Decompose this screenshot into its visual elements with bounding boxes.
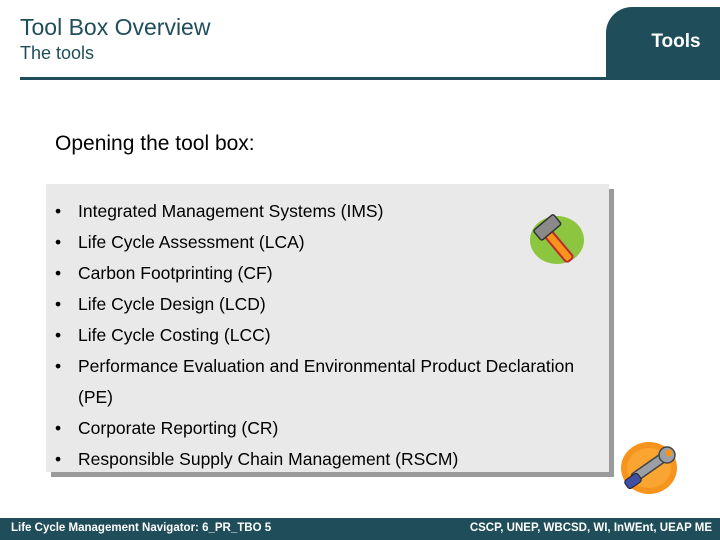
wrench-icon [621,442,677,494]
list-item[interactable]: • Life Cycle Assessment (LCA) [55,227,585,258]
bullet: • [55,356,62,376]
list-item-label: Life Cycle Assessment (LCA) [78,232,305,252]
bullet: • [55,449,62,469]
page-subtitle: The tools [20,43,95,63]
list-item-label: Carbon Footprinting (CF) [78,263,273,283]
tools-tab-label: Tools [651,31,701,52]
bullet: • [55,418,62,438]
list-item-label: Corporate Reporting (CR) [78,418,279,438]
bullet: • [55,263,62,283]
list-item[interactable]: • Integrated Management Systems (IMS) [55,196,585,227]
footer-bar: Life Cycle Management Navigator: 6_PR_TB… [0,518,720,540]
page-title: Tool Box Overview [20,14,211,40]
footer-left-text: Life Cycle Management Navigator: 6_PR_TB… [11,522,272,534]
footer-right-text: CSCP, UNEP, WBCSD, WI, InWEnt, UEAP ME [469,522,712,534]
bullet: • [55,232,62,252]
list-item-label: Life Cycle Costing (LCC) [78,325,271,345]
list-item-label: Life Cycle Design (LCD) [78,294,266,314]
list-item-label: Performance Evaluation and Environmental… [78,356,575,407]
bullet: • [55,294,62,314]
bullet: • [55,201,62,221]
bullet: • [55,325,62,345]
list-item[interactable]: • Life Cycle Costing (LCC) [55,320,585,351]
list-item-label: Integrated Management Systems (IMS) [78,201,384,221]
header-divider [20,77,720,80]
section-heading: Opening the tool box: [55,132,255,155]
list-item[interactable]: • Corporate Reporting (CR) [55,413,585,444]
list-item[interactable]: • Performance Evaluation and Environmenta… [55,351,585,413]
tool-list: • Integrated Management Systems (IMS) • Li… [55,196,585,475]
list-item[interactable]: • Responsible Supply Chain Management (RS… [55,444,585,475]
list-item[interactable]: • Life Cycle Design (LCD) [55,289,585,320]
list-item-label: Responsible Supply Chain Management (RSC… [78,449,459,469]
tools-tab[interactable]: Tools [606,7,720,77]
list-item[interactable]: • Carbon Footprinting (CF) [55,258,585,289]
hammer-icon [530,214,584,264]
